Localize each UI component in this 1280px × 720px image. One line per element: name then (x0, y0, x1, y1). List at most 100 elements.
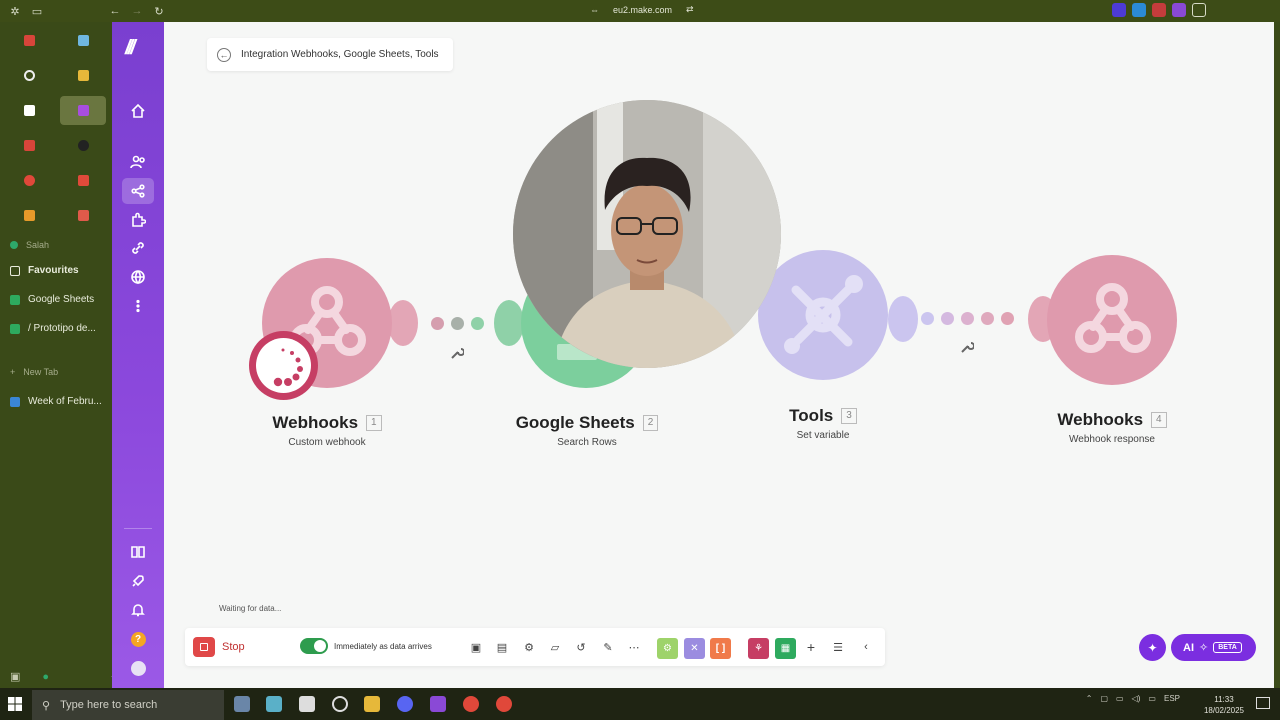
pinned-make[interactable] (60, 96, 106, 125)
file-explorer-icon[interactable] (364, 696, 380, 712)
schedule-control[interactable]: Immediately as data arrives (300, 638, 432, 654)
taskbar-search[interactable]: ⚲ Type here to search (32, 690, 224, 720)
webhooks-globe-icon[interactable] (122, 264, 154, 290)
archive-icon[interactable]: ▣ (10, 670, 20, 683)
user-avatar[interactable] (122, 655, 154, 681)
google-sheets-app-icon[interactable]: ▦ (775, 638, 796, 659)
pinned-notion[interactable] (6, 96, 52, 125)
docs-book-icon[interactable] (122, 539, 154, 565)
apps-puzzle-icon[interactable] (122, 207, 154, 233)
google-sheets-icon (10, 294, 20, 305)
camera-icon (77, 140, 89, 151)
back-icon[interactable]: ← (217, 47, 231, 62)
lightbulb-icon[interactable]: ✦ (1139, 634, 1166, 661)
tab-google-sheets[interactable]: Google Sheets (10, 294, 94, 305)
extension-record-icon[interactable] (1152, 3, 1166, 17)
extension-s-icon[interactable] (1172, 3, 1186, 17)
tray-chevron-icon[interactable]: ⌃ (1086, 694, 1093, 703)
settings-gear-icon[interactable]: ⚙ (520, 638, 538, 656)
pinned-app[interactable] (60, 26, 106, 55)
wrench-icon[interactable] (450, 346, 464, 360)
space-dot-icon[interactable]: ● (42, 671, 49, 683)
taskbar-app-icon[interactable] (266, 696, 282, 712)
pinned-chart[interactable] (60, 201, 106, 230)
tray-app-icon[interactable]: ▢ (1100, 694, 1108, 703)
pinned-gmail-2[interactable] (6, 131, 52, 160)
stop-button[interactable]: Stop (193, 637, 245, 657)
collapse-chevron-icon[interactable]: ‹ (857, 638, 875, 656)
chrome-profile-icon[interactable] (496, 696, 512, 712)
connections-link-icon[interactable] (122, 235, 154, 261)
help-icon[interactable]: ? (122, 626, 154, 652)
extension-play-icon[interactable] (1132, 3, 1146, 17)
team-icon[interactable] (122, 149, 154, 175)
extension-icon[interactable] (1112, 3, 1126, 17)
flow-control-icon[interactable]: ✕ (684, 638, 705, 659)
ai-assistant-button[interactable]: AI ✧ BETA (1171, 634, 1256, 661)
add-module-icon[interactable]: + (802, 638, 820, 656)
more-horizontal-icon[interactable]: ⋯ (625, 638, 643, 656)
calculator-icon[interactable] (299, 696, 315, 712)
make-logo[interactable]: /// (125, 37, 136, 60)
pinned-gmail[interactable] (6, 26, 52, 55)
tab-week-of-february[interactable]: Week of Febru... (10, 396, 102, 407)
address-bar[interactable]: ⇔ eu2.make.com ⇄ (590, 4, 694, 15)
url-text[interactable]: eu2.make.com (613, 5, 672, 15)
pinned-app-multi[interactable] (6, 201, 52, 230)
forward-arrow-icon[interactable]: → (126, 0, 148, 22)
pinned-camera[interactable] (60, 131, 106, 160)
module-webhooks-4[interactable] (1047, 255, 1177, 385)
tab-prototipo[interactable]: / Prototipo de... (10, 323, 96, 334)
magic-wand-icon[interactable]: ✎ (599, 638, 617, 656)
save-icon[interactable]: ▣ (467, 638, 485, 656)
windows-start-icon[interactable] (8, 697, 22, 711)
split-view-icon[interactable] (1192, 3, 1206, 17)
notifications-bell-icon[interactable] (122, 597, 154, 623)
schedule-toggle[interactable] (300, 638, 328, 654)
tools-module-icon[interactable]: ⚙ (657, 638, 678, 659)
reload-icon[interactable]: ↻ (148, 0, 170, 22)
notifications-icon[interactable] (1256, 697, 1270, 709)
new-tab-button[interactable]: + New Tab (10, 367, 58, 377)
wrench-icon[interactable] (960, 340, 974, 354)
more-vertical-icon[interactable] (122, 293, 154, 319)
pinned-app-red[interactable] (6, 166, 52, 195)
rocket-icon[interactable] (122, 568, 154, 594)
scenario-canvas[interactable]: ← Integration Webhooks, Google Sheets, T… (164, 22, 1274, 688)
pinned-openai[interactable] (6, 61, 52, 90)
webhooks-app-icon[interactable]: ⚘ (748, 638, 769, 659)
sidebar-toggle-icon[interactable]: ▭ (26, 0, 48, 22)
network-icon[interactable]: ▭ (1116, 694, 1124, 703)
arc-browser-icon[interactable] (430, 696, 446, 712)
module-name: Tools (789, 406, 834, 425)
module-2-left-handle[interactable] (494, 300, 524, 346)
pinned-calendar[interactable] (60, 166, 106, 195)
share-icon[interactable]: ⇄ (686, 4, 694, 15)
discord-icon[interactable] (397, 696, 413, 712)
profile-row[interactable]: Salah (10, 240, 49, 250)
battery-icon[interactable]: ▭ (1148, 694, 1156, 703)
browser-menu-icon[interactable]: ✲ (4, 0, 26, 22)
module-1-right-handle[interactable] (388, 300, 418, 346)
scenarios-icon[interactable] (122, 178, 154, 204)
clock-app-icon[interactable] (332, 696, 348, 712)
module-tools-3[interactable] (758, 250, 888, 380)
site-info-icon[interactable]: ⇔ (590, 5, 599, 15)
connector-dot (941, 312, 954, 325)
chrome-icon[interactable] (463, 696, 479, 712)
home-icon[interactable] (122, 98, 154, 124)
taskbar-clock[interactable]: 11:33 18/02/2025 (1204, 694, 1244, 716)
volume-icon[interactable]: ◁) (1132, 694, 1141, 703)
scenario-io-icon[interactable]: ▤ (493, 638, 511, 656)
pinned-drive[interactable] (60, 61, 106, 90)
module-3-right-handle[interactable] (888, 296, 918, 342)
text-parser-icon[interactable]: [ ] (710, 638, 731, 659)
notes-icon[interactable]: ▱ (546, 638, 564, 656)
taskbar-app-icon[interactable] (234, 696, 250, 712)
calendar-icon (77, 175, 89, 186)
list-icon[interactable]: ☰ (829, 638, 847, 656)
favourites-folder[interactable]: Favourites (10, 265, 79, 276)
undo-icon[interactable]: ↺ (572, 638, 590, 656)
input-language[interactable]: ESP (1164, 694, 1180, 703)
back-arrow-icon[interactable]: ← (104, 0, 126, 22)
